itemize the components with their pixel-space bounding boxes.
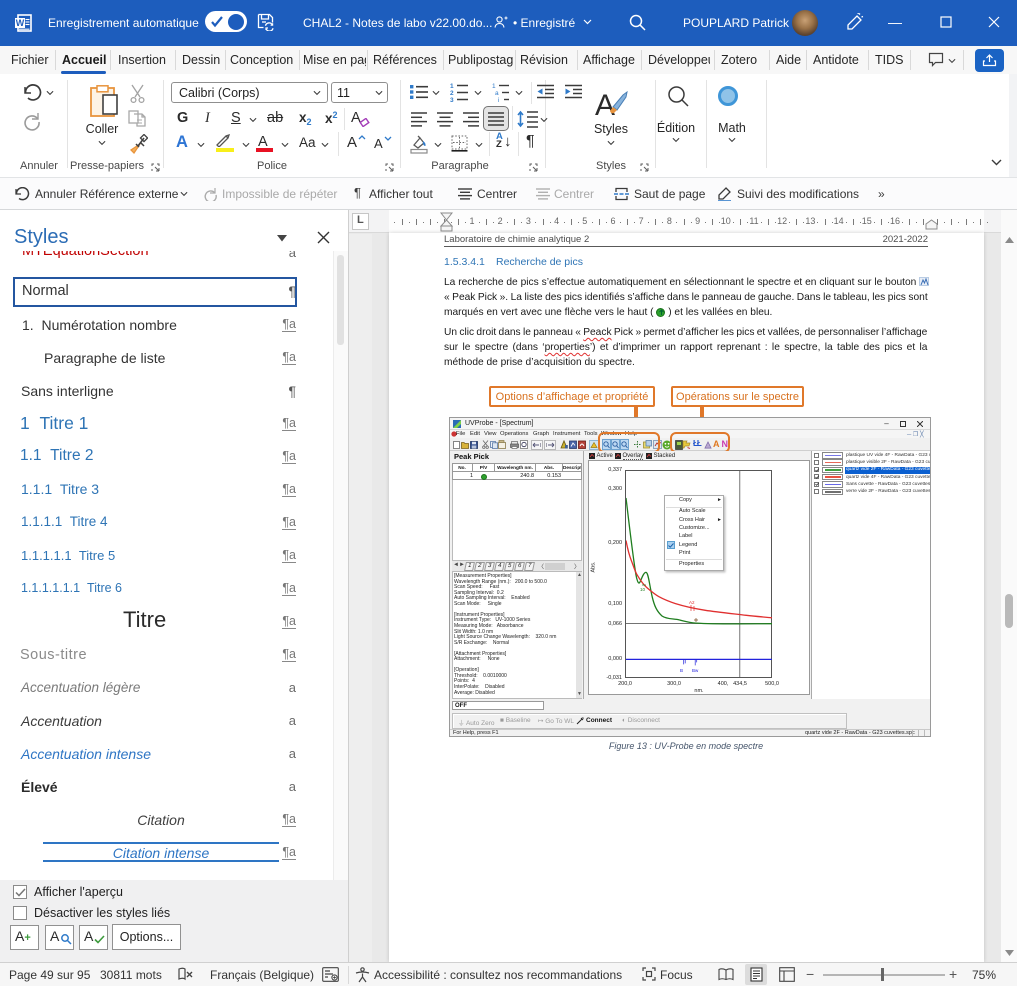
svg-text:W: W xyxy=(16,18,25,28)
svg-text:A: A xyxy=(595,89,615,121)
svg-text:i: i xyxy=(498,97,499,102)
svg-text:Bw: Bw xyxy=(692,668,699,673)
svg-text:1: 1 xyxy=(450,83,454,90)
svg-text:10: 10 xyxy=(640,587,646,592)
svg-text:A2: A2 xyxy=(689,600,695,605)
svg-text:B: B xyxy=(680,668,683,673)
svg-text:3: 3 xyxy=(450,97,454,102)
svg-text:2: 2 xyxy=(450,90,454,97)
svg-text:1: 1 xyxy=(492,83,496,90)
svg-text:a: a xyxy=(495,90,499,97)
